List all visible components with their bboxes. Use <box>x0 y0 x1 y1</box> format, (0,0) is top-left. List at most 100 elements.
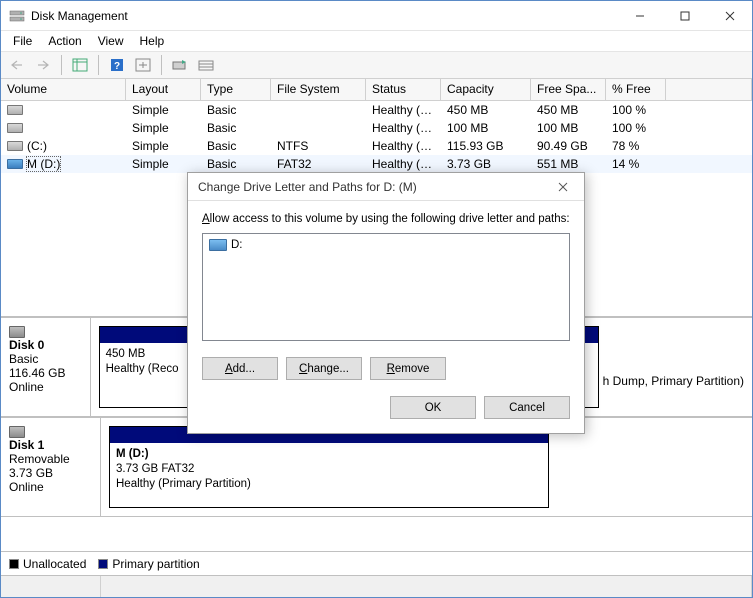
menu-help[interactable]: Help <box>132 32 173 50</box>
forward-button <box>31 54 55 76</box>
menu-view[interactable]: View <box>90 32 132 50</box>
legend-label: Primary partition <box>112 557 199 571</box>
cell: 100 % <box>606 120 666 136</box>
cell: 100 MB <box>441 120 531 136</box>
table-row[interactable]: SimpleBasicHealthy (R...450 MB450 MB100 … <box>1 101 752 119</box>
menubar: File Action View Help <box>1 31 752 51</box>
dialog-close-button[interactable] <box>548 176 578 198</box>
cell <box>271 127 366 129</box>
change-button[interactable]: Change... <box>286 357 362 380</box>
disk-icon <box>9 426 25 438</box>
table-row[interactable]: SimpleBasicHealthy (E...100 MB100 MB100 … <box>1 119 752 137</box>
disk-size: 3.73 GB <box>9 466 92 480</box>
status-segment <box>1 576 101 597</box>
legend-primary-partition: Primary partition <box>98 557 199 571</box>
disk-status: Online <box>9 480 92 494</box>
disk-icon <box>9 326 25 338</box>
close-button[interactable] <box>707 1 752 30</box>
maximize-button[interactable] <box>662 1 707 30</box>
cell: 115.93 GB <box>441 138 531 154</box>
window-controls <box>617 1 752 30</box>
cell: Healthy (E... <box>366 120 441 136</box>
toolbar-separator <box>161 55 162 75</box>
refresh-button[interactable] <box>168 54 192 76</box>
partition-status: Healthy (Primary Partition) <box>116 477 542 492</box>
minimize-button[interactable] <box>617 1 662 30</box>
col-filesystem[interactable]: File System <box>271 79 366 100</box>
disk-size: 116.46 GB <box>9 366 82 380</box>
disk-status: Online <box>9 380 82 394</box>
titlebar: Disk Management <box>1 1 752 31</box>
legend-unallocated: Unallocated <box>9 557 86 571</box>
hard-drive-icon <box>7 123 23 133</box>
partition-name: M (D:) <box>116 447 542 462</box>
back-button <box>5 54 29 76</box>
disk-type: Basic <box>9 352 82 366</box>
drive-paths-list[interactable]: D: <box>202 233 570 341</box>
volume-name: M (D:) <box>27 157 60 171</box>
cell: Simple <box>126 120 201 136</box>
cell: Healthy (R... <box>366 102 441 118</box>
table-row[interactable]: M (D:)SimpleBasicFAT32Healthy (P...3.73 … <box>1 155 752 173</box>
cell: 100 % <box>606 102 666 118</box>
disk-info[interactable]: Disk 1Removable3.73 GBOnline <box>1 418 101 516</box>
drive-icon <box>209 239 227 251</box>
toolbar-separator <box>61 55 62 75</box>
menu-action[interactable]: Action <box>40 32 89 50</box>
cell: Healthy (B... <box>366 138 441 154</box>
cell: 551 MB <box>531 156 606 172</box>
cell: Healthy (P... <box>366 156 441 172</box>
change-drive-letter-dialog: Change Drive Letter and Paths for D: (M)… <box>187 172 585 434</box>
partition-size: 3.73 GB FAT32 <box>116 462 542 477</box>
partition-body: M (D:)3.73 GB FAT32Healthy (Primary Part… <box>110 443 548 496</box>
ok-button[interactable]: OK <box>390 396 476 419</box>
cell: Simple <box>126 102 201 118</box>
disk-name: Disk 0 <box>9 338 82 352</box>
col-status[interactable]: Status <box>366 79 441 100</box>
swatch-primary <box>98 559 108 569</box>
disk-name: Disk 1 <box>9 438 92 452</box>
cell: 450 MB <box>531 102 606 118</box>
disk-info[interactable]: Disk 0Basic116.46 GBOnline <box>1 318 91 416</box>
dialog-body: Allow access to this volume by using the… <box>188 201 584 433</box>
legend-label: Unallocated <box>23 557 86 571</box>
cell: FAT32 <box>271 156 366 172</box>
dialog-titlebar: Change Drive Letter and Paths for D: (M) <box>188 173 584 201</box>
cell: Simple <box>126 138 201 154</box>
cell: 450 MB <box>441 102 531 118</box>
drive-path-item[interactable]: D: <box>207 238 565 252</box>
settings-button[interactable] <box>194 54 218 76</box>
help-button[interactable]: ? <box>105 54 129 76</box>
partition-trailing-text: h Dump, Primary Partition) <box>599 326 744 408</box>
col-volume[interactable]: Volume <box>1 79 126 100</box>
cell: NTFS <box>271 138 366 154</box>
table-row[interactable]: (C:)SimpleBasicNTFSHealthy (B...115.93 G… <box>1 137 752 155</box>
add-button[interactable]: Add... <box>202 357 278 380</box>
hard-drive-icon <box>7 141 23 151</box>
svg-text:?: ? <box>114 61 120 72</box>
disk-type: Removable <box>9 452 92 466</box>
cell: Basic <box>201 156 271 172</box>
col-rest <box>666 79 752 100</box>
show-hide-console-tree-button[interactable] <box>68 54 92 76</box>
col-layout[interactable]: Layout <box>126 79 201 100</box>
toolbar: ? <box>1 51 752 79</box>
col-pctfree[interactable]: % Free <box>606 79 666 100</box>
legend: Unallocated Primary partition <box>1 551 752 575</box>
actions-button[interactable] <box>131 54 155 76</box>
col-freespace[interactable]: Free Spa... <box>531 79 606 100</box>
window-title: Disk Management <box>31 9 617 23</box>
cancel-button[interactable]: Cancel <box>484 396 570 419</box>
cell: 100 MB <box>531 120 606 136</box>
menu-file[interactable]: File <box>5 32 40 50</box>
partition-box[interactable]: M (D:)3.73 GB FAT32Healthy (Primary Part… <box>109 426 549 508</box>
drive-path-label: D: <box>231 239 243 251</box>
col-capacity[interactable]: Capacity <box>441 79 531 100</box>
cell <box>271 109 366 111</box>
cell: 90.49 GB <box>531 138 606 154</box>
remove-button[interactable]: Remove <box>370 357 446 380</box>
col-type[interactable]: Type <box>201 79 271 100</box>
cell: 3.73 GB <box>441 156 531 172</box>
status-segment <box>101 576 752 597</box>
cell: Basic <box>201 102 271 118</box>
